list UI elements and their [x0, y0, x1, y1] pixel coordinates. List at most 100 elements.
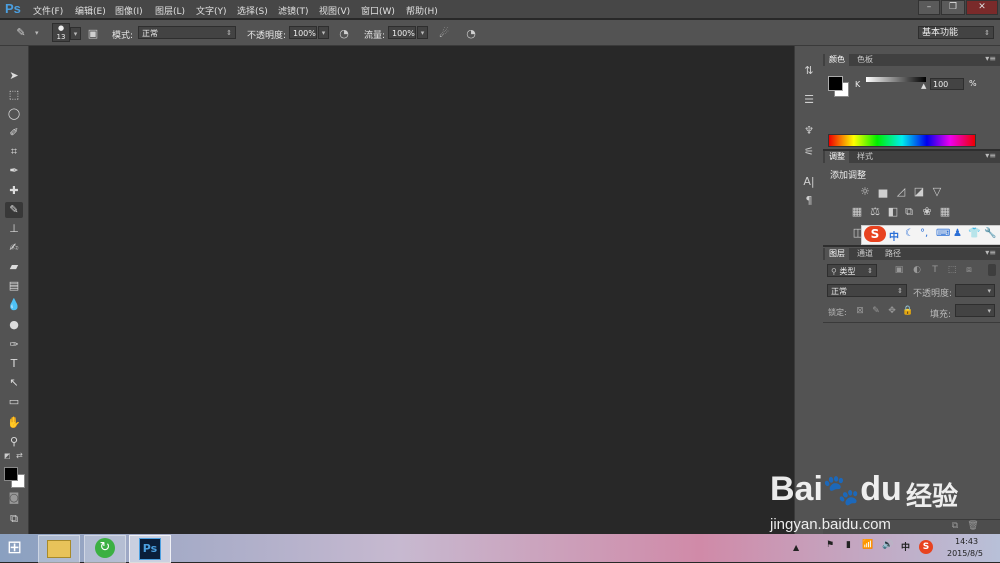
brush-size-picker[interactable]: ● 13 [52, 23, 70, 42]
blend-mode-select[interactable]: 正常 ⇕ [827, 284, 907, 297]
ime-keyboard-icon[interactable]: ⌨ [936, 228, 950, 239]
rectangle-tool-icon[interactable]: ▭ [5, 394, 23, 410]
brush-tool-icon[interactable]: ✎ [13, 26, 29, 39]
menu-type[interactable]: 文字(Y) [196, 4, 227, 17]
history-panel-icon[interactable]: ⇅ [801, 64, 817, 77]
clock-time[interactable]: 14:43 [955, 537, 978, 546]
ime-user-icon[interactable]: ♟ [953, 228, 962, 239]
healing-brush-tool-icon[interactable]: ✚ [5, 183, 23, 199]
menu-image[interactable]: 图像(I) [115, 4, 143, 17]
clone-stamp-tool-icon[interactable]: ⊥ [5, 221, 23, 237]
brightness-contrast-icon[interactable]: ☼ [858, 185, 872, 198]
close-icon[interactable]: ✕ [966, 0, 998, 15]
tab-layers[interactable]: 图层 [825, 248, 849, 260]
history-brush-tool-icon[interactable]: ✍ [5, 240, 23, 256]
volume-icon[interactable]: 🔊 [882, 540, 893, 550]
sogou-tray-icon[interactable]: S [919, 540, 933, 554]
exposure-icon[interactable]: ◪ [912, 185, 926, 198]
opacity-chevron-icon[interactable]: ▾ [318, 26, 329, 39]
zoom-tool-icon[interactable]: ⚲ [5, 434, 23, 450]
ime-skin-icon[interactable]: 👕 [968, 228, 980, 239]
filter-adjustment-icon[interactable]: ◐ [911, 265, 923, 275]
tab-swatches[interactable]: 色板 [853, 54, 877, 66]
show-hidden-icons-icon[interactable]: ▲ [793, 543, 799, 552]
tab-paths[interactable]: 路径 [881, 248, 905, 260]
foreground-color-swatch[interactable] [4, 467, 18, 481]
network-icon[interactable]: 📶 [862, 540, 873, 550]
lock-all-icon[interactable]: 🔒 [902, 306, 914, 316]
menu-filter[interactable]: 滤镜(T) [278, 4, 309, 17]
photoshop-taskbar-button[interactable]: Ps [129, 535, 171, 563]
character-panel-icon[interactable]: A| [801, 175, 817, 188]
menu-view[interactable]: 视图(V) [319, 4, 350, 17]
filter-toggle-switch[interactable] [988, 264, 996, 276]
quick-select-tool-icon[interactable]: ✐ [5, 125, 23, 141]
black-white-icon[interactable]: ◧ [886, 205, 900, 218]
pen-tool-icon[interactable]: ✑ [5, 337, 23, 353]
lock-position-icon[interactable]: ✥ [886, 306, 898, 316]
panel-menu-icon[interactable]: ▾≡ [985, 151, 996, 160]
ime-tray-indicator[interactable]: 中 [901, 540, 910, 553]
dodge-tool-icon[interactable]: ● [5, 317, 23, 333]
menu-edit[interactable]: 编辑(E) [75, 4, 106, 17]
vibrance-icon[interactable]: ▽ [930, 185, 944, 198]
color-lookup-icon[interactable]: ▦ [938, 205, 952, 218]
panel-menu-icon[interactable]: ▾≡ [985, 248, 996, 257]
mode-select[interactable]: 正常 ⇕ [138, 26, 236, 39]
start-button-icon[interactable]: ⊞ [7, 537, 22, 558]
path-selection-tool-icon[interactable]: ↖ [5, 375, 23, 391]
ime-logo[interactable]: S [864, 226, 886, 242]
ime-language[interactable]: 中 [889, 228, 899, 243]
hand-tool-icon[interactable]: ✋ [5, 415, 23, 431]
properties-panel-icon[interactable]: ☰ [801, 93, 817, 106]
quick-mask-icon[interactable]: ◙ [5, 490, 23, 506]
menu-layer[interactable]: 图层(L) [155, 4, 185, 17]
tool-preset-chevron-icon[interactable]: ▾ [35, 29, 39, 37]
document-workspace[interactable] [29, 46, 792, 534]
brush-presets-panel-icon[interactable]: ♆ [801, 124, 817, 137]
filter-smart-object-icon[interactable]: ⧈ [963, 265, 975, 275]
brush-picker-chevron-icon[interactable]: ▾ [70, 27, 81, 40]
delete-layer-icon[interactable]: 🗑 [967, 521, 979, 531]
menu-window[interactable]: 窗口(W) [361, 4, 395, 17]
pressure-opacity-icon[interactable]: ◔ [337, 27, 351, 40]
k-slider-handle-icon[interactable]: ▲ [921, 82, 926, 90]
ime-punct-icon[interactable]: °, [920, 228, 928, 239]
restore-icon[interactable]: ❐ [941, 0, 965, 15]
hue-saturation-icon[interactable]: ▦ [850, 205, 864, 218]
eyedropper-tool-icon[interactable]: ✒ [5, 163, 23, 179]
color-balance-icon[interactable]: ⚖ [868, 205, 882, 218]
photo-filter-icon[interactable]: ⧉ [902, 205, 916, 219]
flow-input[interactable]: 100% [388, 26, 416, 39]
move-tool-icon[interactable]: ➤ [5, 68, 23, 84]
layer-filter-select[interactable]: ⚲ 类型 ⇕ [827, 264, 877, 277]
blur-tool-icon[interactable]: 💧 [5, 297, 23, 313]
panel-menu-icon[interactable]: ▾≡ [985, 54, 996, 63]
swap-colors-icon[interactable]: ⇄ [16, 451, 23, 460]
filter-shape-icon[interactable]: ⬚ [946, 265, 958, 275]
minimize-icon[interactable]: – [918, 0, 940, 15]
k-value-input[interactable]: 100 [930, 78, 964, 90]
file-explorer-taskbar-button[interactable] [38, 535, 80, 563]
ime-moon-icon[interactable]: ☾ [905, 228, 914, 239]
type-tool-icon[interactable]: T [5, 356, 23, 372]
menu-file[interactable]: 文件(F) [33, 4, 63, 17]
brush-panel-toggle-icon[interactable]: ▣ [86, 27, 100, 40]
lasso-tool-icon[interactable]: ◯ [5, 106, 23, 122]
opacity-input[interactable]: 100% [289, 26, 317, 39]
color-panel-foreground-swatch[interactable] [828, 76, 843, 91]
browser-taskbar-button[interactable]: ↻ [84, 535, 126, 563]
new-layer-icon[interactable]: ⧉ [949, 521, 961, 531]
ime-settings-icon[interactable]: 🔧 [984, 228, 996, 239]
tab-color[interactable]: 颜色 [825, 54, 849, 66]
curves-icon[interactable]: ◿ [894, 185, 908, 198]
workspace-select[interactable]: 基本功能 ⇕ [918, 26, 994, 39]
menu-help[interactable]: 帮助(H) [406, 4, 438, 17]
levels-icon[interactable]: ▅ [876, 185, 890, 198]
layer-opacity-input[interactable]: ▾ [955, 284, 995, 297]
gradient-tool-icon[interactable]: ▤ [5, 278, 23, 294]
flow-chevron-icon[interactable]: ▾ [417, 26, 428, 39]
lock-pixels-icon[interactable]: ✎ [870, 306, 882, 316]
filter-pixel-icon[interactable]: ▣ [893, 265, 905, 275]
tab-channels[interactable]: 通道 [853, 248, 877, 260]
